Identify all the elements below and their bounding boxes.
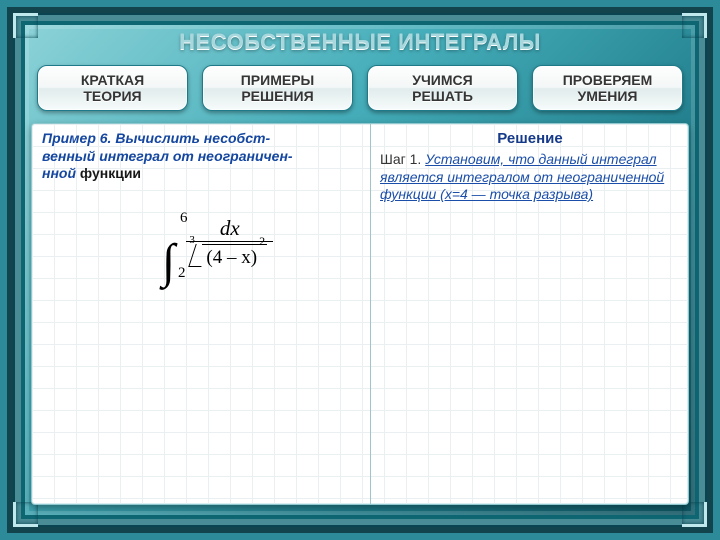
root-index: 3 — [189, 234, 195, 246]
page-title: НЕСОБСТВЕННЫЕ ИНТЕГРАЛЫ — [31, 29, 689, 55]
frame-corner — [682, 13, 707, 38]
solution-title: Решение — [380, 130, 680, 147]
slide-frame: НЕСОБСТВЕННЫЕ ИНТЕГРАЛЫ КРАТКАЯ ТЕОРИЯ П… — [13, 13, 707, 527]
nav-check-button[interactable]: ПРОВЕРЯЕМ УМЕНИЯ — [532, 65, 683, 111]
example-heading: Пример 6. Вычислить несобст- — [42, 130, 362, 148]
task-text-3-row: нной функции — [42, 165, 362, 183]
task-text-2: венный интеграл от неограничен- — [42, 148, 362, 166]
step-text-line1: Установим, что данный интеграл — [425, 151, 656, 167]
nav-bar: КРАТКАЯ ТЕОРИЯ ПРИМЕРЫ РЕШЕНИЯ УЧИМСЯ РЕ… — [31, 65, 689, 111]
integral-sign-icon: ∫ — [162, 238, 175, 286]
content-panel: Пример 6. Вычислить несобст- венный инте… — [31, 123, 689, 505]
frame-corner — [682, 502, 707, 527]
integrand-fraction: dx 3 (4 – x) 2 — [186, 216, 273, 269]
task-text-1: Вычислить несобст- — [115, 130, 270, 146]
example-number: Пример 6. — [42, 130, 111, 146]
fraction-denominator: 3 (4 – x) 2 — [186, 241, 273, 269]
task-text-3: нной — [42, 165, 76, 181]
radicand: (4 – x) — [206, 247, 257, 268]
problem-column: Пример 6. Вычислить несобст- венный инте… — [42, 130, 362, 183]
solution-step-1: Шаг 1. Установим, что данный интеграл яв… — [380, 151, 680, 204]
integral-lower-bound: 2 — [178, 265, 186, 282]
step-number: Шаг 1. — [380, 151, 421, 167]
radicand-power: 2 — [259, 234, 265, 249]
nav-examples-button[interactable]: ПРИМЕРЫ РЕШЕНИЯ — [202, 65, 353, 111]
step-text-line3: функции (x=4 — точка разрыва) — [380, 186, 593, 202]
integral-formula: ∫ 6 2 dx 3 (4 – x) 2 — [162, 216, 273, 282]
frame-corner — [13, 13, 38, 38]
nav-learn-button[interactable]: УЧИМСЯ РЕШАТЬ — [367, 65, 518, 111]
step-text-line2: является интегралом от неограниченной — [380, 169, 664, 185]
nav-theory-button[interactable]: КРАТКАЯ ТЕОРИЯ — [37, 65, 188, 111]
frame-corner — [13, 502, 38, 527]
task-func-word: функции — [80, 165, 141, 181]
solution-column: Решение Шаг 1. Установим, что данный инт… — [380, 130, 680, 204]
cube-root: 3 (4 – x) 2 — [192, 242, 267, 269]
integral-upper-bound: 6 — [180, 210, 188, 227]
